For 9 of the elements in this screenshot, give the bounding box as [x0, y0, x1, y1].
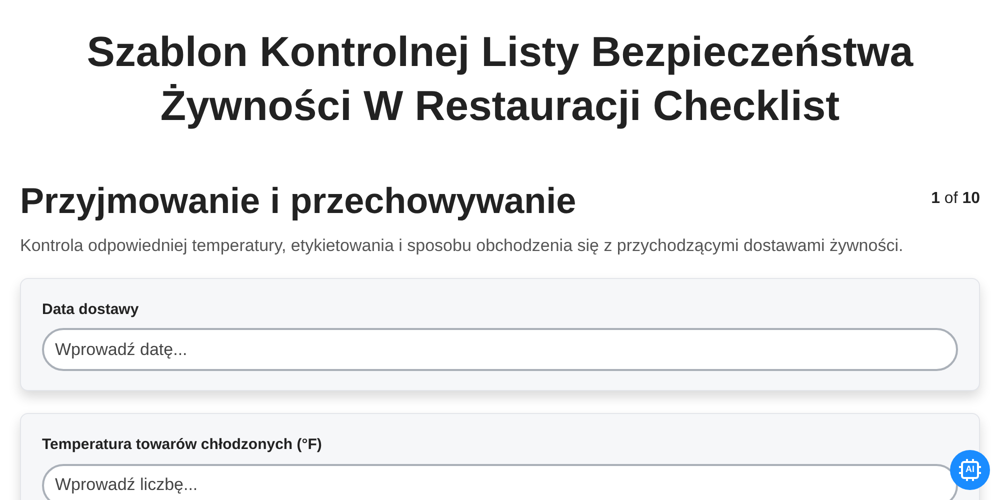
page-title: Szablon Kontrolnej Listy Bezpieczeństwa Żywności W Restauracji Checklist	[86, 27, 914, 131]
section-description: Kontrola odpowiedniej temperatury, etykietowania i sposobu obchodzenia się z przychodzącymi dostawami żywności.	[20, 235, 904, 257]
section-heading: Przyjmowanie i przechowywanie	[20, 179, 576, 223]
page-counter: 1 of 10	[931, 189, 980, 209]
field-label: Temperatura towarów chłodzonych (°F)	[42, 435, 323, 455]
input-field[interactable]: Wprowadź liczbę...	[42, 464, 958, 500]
field-label: Data dostawy	[42, 300, 140, 320]
chip-icon	[958, 458, 982, 482]
input-field[interactable]: Wprowadź datę...	[42, 328, 958, 371]
